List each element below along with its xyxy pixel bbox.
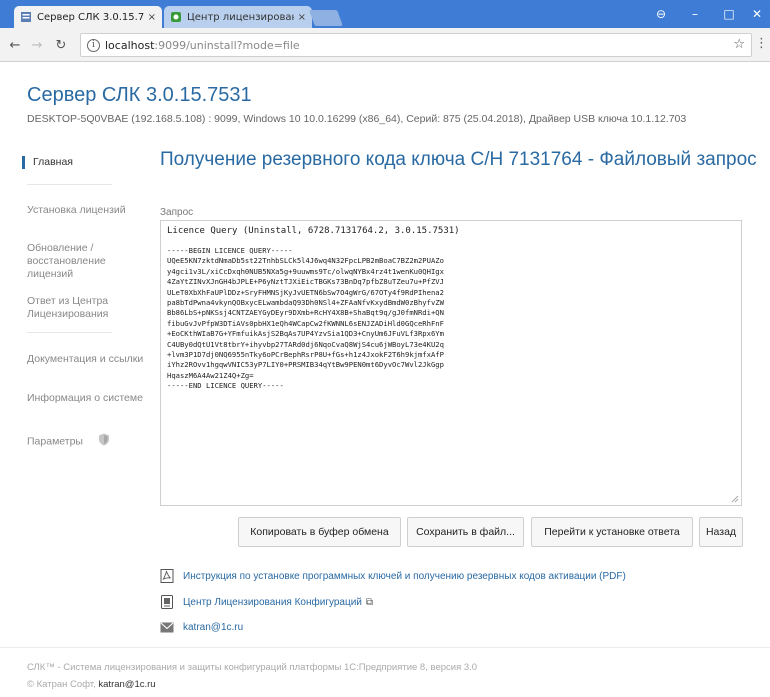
sidebar-item-main[interactable]: Главная	[22, 156, 140, 169]
url-host: localhost	[105, 38, 155, 52]
go-to-install-response-button[interactable]: Перейти к установке ответа	[531, 517, 693, 547]
pdf-instruction-link[interactable]: Инструкция по установке программных ключ…	[160, 568, 626, 584]
back-arrow-icon[interactable]: ←	[6, 36, 24, 54]
tab-title: Центр лицензирования	[187, 11, 294, 23]
address-bar[interactable]: i localhost:9099/uninstall?mode=file ☆	[80, 33, 752, 57]
sidebar-divider	[27, 332, 112, 333]
info-icon[interactable]: i	[87, 38, 100, 52]
server-favicon-icon	[20, 11, 32, 23]
external-link-icon: ⧉	[365, 596, 374, 608]
sidebar-item-documentation[interactable]: Документация и ссылки	[27, 353, 145, 366]
reload-icon[interactable]: ↻	[52, 36, 70, 54]
forward-arrow-icon[interactable]: →	[28, 36, 46, 54]
tab-title: Сервер СЛК 3.0.15.7531	[37, 11, 144, 23]
url-path: :9099/uninstall?mode=file	[154, 38, 300, 52]
document-icon	[160, 595, 174, 609]
close-window-button[interactable]: ✕	[740, 0, 770, 28]
resize-handle-icon[interactable]	[731, 495, 739, 503]
query-label: Запрос	[160, 207, 194, 218]
bookmark-star-icon[interactable]: ☆	[733, 37, 745, 52]
tab-close-icon[interactable]: ×	[148, 12, 156, 23]
save-to-file-button[interactable]: Сохранить в файл...	[407, 517, 524, 547]
app-title: Сервер СЛК 3.0.15.7531	[27, 84, 252, 106]
email-link[interactable]: katran@1c.ru	[160, 619, 243, 635]
browser-titlebar: Сервер СЛК 3.0.15.7531 × Центр лицензиро…	[0, 0, 770, 28]
tab-licensing-center[interactable]: Центр лицензирования ×	[164, 6, 312, 28]
copyright-text: © Катран Софт,	[27, 679, 99, 690]
sidebar-divider	[27, 184, 112, 185]
sidebar-item-install-licenses[interactable]: Установка лицензий	[27, 204, 145, 217]
copy-to-clipboard-button[interactable]: Копировать в буфер обмена	[238, 517, 401, 547]
pdf-link-text: Инструкция по установке программных ключ…	[183, 570, 626, 582]
sidebar-item-settings[interactable]: Параметры	[27, 433, 145, 450]
back-button[interactable]: Назад	[699, 517, 743, 547]
query-body-text: -----BEGIN LICENCE QUERY----- UQeE5KN7zk…	[167, 246, 444, 391]
sidebar-item-system-info[interactable]: Информация о системе	[27, 392, 145, 405]
sidebar-item-restore-licenses[interactable]: Обновление / восстановление лицензий	[27, 242, 145, 281]
email-link-text: katran@1c.ru	[183, 621, 244, 633]
sidebar-item-label: Параметры	[27, 435, 83, 448]
query-header-text: Licence Query (Uninstall, 6728.7131764.2…	[167, 226, 460, 236]
footer-email-link[interactable]: katran@1c.ru	[98, 679, 155, 690]
page-title: Получение резервного кода ключа С/Н 7131…	[160, 149, 757, 170]
tab-close-icon[interactable]: ×	[298, 12, 306, 23]
footer-copyright: © Катран Софт, katran@1c.ru	[27, 679, 156, 690]
account-icon[interactable]: ⊖	[644, 0, 678, 28]
shield-icon	[98, 433, 110, 450]
browser-toolbar: ← → ↻ i localhost:9099/uninstall?mode=fi…	[0, 28, 770, 62]
pdf-icon	[160, 569, 174, 583]
sidebar-item-center-response[interactable]: Ответ из Центра Лицензирования	[27, 295, 145, 321]
tab-server[interactable]: Сервер СЛК 3.0.15.7531 ×	[14, 6, 162, 28]
query-textarea[interactable]: Licence Query (Uninstall, 6728.7131764.2…	[160, 220, 742, 506]
center-link-text: Центр Лицензирования Конфигураций	[183, 596, 362, 608]
licensing-center-link[interactable]: Центр Лицензирования Конфигураций ⧉	[160, 594, 373, 610]
mail-icon	[160, 620, 174, 634]
browser-menu-icon[interactable]: ⋮	[755, 36, 768, 51]
minimize-button[interactable]: –	[678, 0, 712, 28]
footer-divider	[0, 647, 770, 648]
licensing-favicon-icon	[170, 11, 182, 23]
new-tab-button[interactable]	[309, 10, 343, 26]
footer-product-info: СЛК™ - Система лицензирования и защиты к…	[27, 662, 478, 673]
server-info: DESKTOP-5Q0VBAE (192.168.5.108) : 9099, …	[27, 113, 687, 125]
